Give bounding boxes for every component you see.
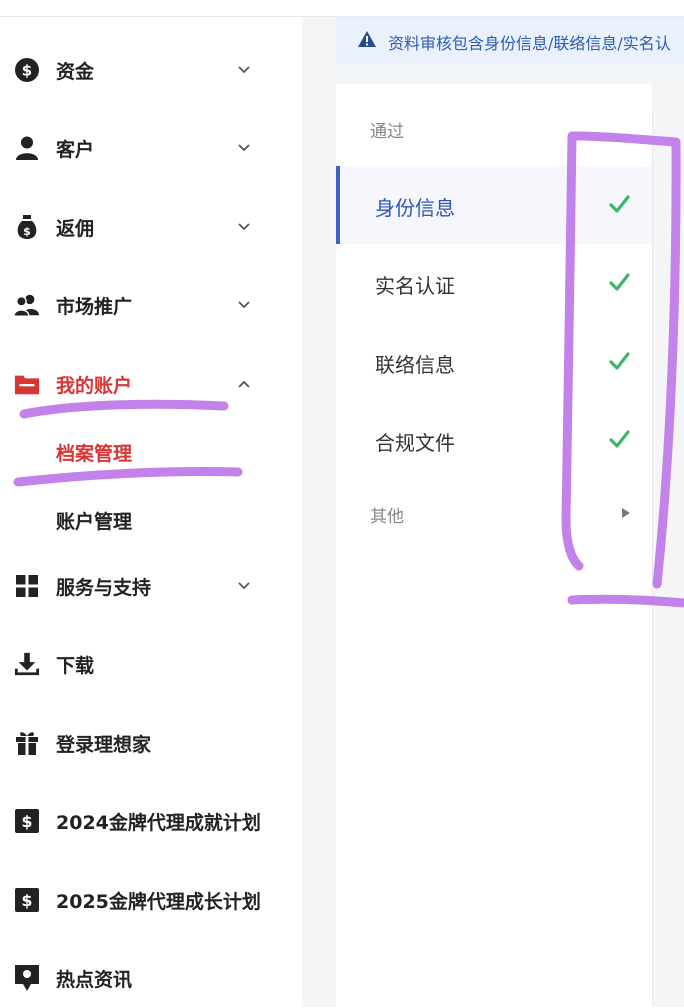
chevron-down-icon bbox=[236, 219, 252, 235]
sidebar-item-label: 市场推广 bbox=[56, 295, 133, 318]
sidebar-item-rebate[interactable]: $ 返佣 bbox=[0, 197, 302, 257]
grid-icon bbox=[14, 573, 40, 599]
chevron-down-icon bbox=[236, 62, 252, 78]
svg-text:$: $ bbox=[21, 812, 32, 831]
map-pin-icon bbox=[14, 965, 40, 991]
alert-text: 资料审核包含身份信息/联络信息/实名认 bbox=[388, 34, 671, 53]
panel-divider bbox=[652, 110, 653, 1007]
review-item-label: 联络信息 bbox=[375, 353, 455, 377]
download-icon bbox=[14, 651, 40, 677]
sidebar-subitem-account-management[interactable]: 账户管理 bbox=[0, 495, 302, 541]
sidebar-item-label: 返佣 bbox=[56, 217, 95, 240]
dollar-circle-icon: $ bbox=[14, 57, 40, 83]
sidebar-subitem-label: 档案管理 bbox=[56, 443, 133, 465]
review-item-contact[interactable]: 联络信息 bbox=[336, 323, 652, 401]
sidebar-item-my-account[interactable]: 我的账户 bbox=[0, 354, 302, 414]
caret-right-icon[interactable] bbox=[620, 505, 632, 519]
dollar-card-icon: $ bbox=[14, 887, 40, 913]
svg-text:$: $ bbox=[23, 225, 31, 238]
sidebar-item-label: 资金 bbox=[56, 60, 95, 83]
review-item-label: 合规文件 bbox=[375, 431, 455, 455]
info-alert: 资料审核包含身份信息/联络信息/实名认 bbox=[336, 17, 684, 65]
check-icon bbox=[608, 350, 630, 372]
sidebar-item-label: 我的账户 bbox=[56, 374, 133, 397]
sidebar-subitem-label: 账户管理 bbox=[56, 511, 133, 533]
review-item-compliance[interactable]: 合规文件 bbox=[336, 401, 652, 479]
svg-text:$: $ bbox=[21, 891, 32, 910]
check-icon bbox=[608, 428, 630, 450]
check-icon bbox=[608, 193, 630, 215]
sidebar-item-label: 服务与支持 bbox=[56, 576, 152, 599]
sidebar-item-label: 登录理想家 bbox=[56, 733, 152, 756]
sidebar-item-hot-news[interactable]: 热点资讯 bbox=[0, 948, 302, 1008]
users-icon bbox=[14, 292, 40, 318]
passed-group-label: 通过 bbox=[370, 122, 404, 142]
check-icon bbox=[608, 271, 630, 293]
svg-text:$: $ bbox=[22, 62, 32, 80]
other-group-label[interactable]: 其他 bbox=[370, 502, 404, 527]
sidebar-item-2024-gold-agent-plan[interactable]: $ 2024金牌代理成就计划 bbox=[0, 791, 302, 851]
sidebar-subitem-profile-management[interactable]: 档案管理 bbox=[0, 427, 302, 473]
sidebar-item-label: 客户 bbox=[56, 138, 95, 161]
sidebar-item-label: 2025金牌代理成长计划 bbox=[56, 890, 261, 913]
sidebar-item-clients[interactable]: 客户 bbox=[0, 118, 302, 178]
money-bag-icon: $ bbox=[14, 214, 40, 240]
top-bar bbox=[0, 0, 684, 17]
chevron-up-icon bbox=[236, 376, 252, 392]
sidebar-item-2025-gold-agent-plan[interactable]: $ 2025金牌代理成长计划 bbox=[0, 870, 302, 930]
warning-icon bbox=[357, 30, 377, 50]
sidebar-item-label: 热点资讯 bbox=[56, 968, 133, 991]
review-item-label: 身份信息 bbox=[375, 196, 455, 220]
person-icon bbox=[14, 135, 40, 161]
sidebar-item-service-support[interactable]: 服务与支持 bbox=[0, 556, 302, 616]
sidebar-item-download[interactable]: 下载 bbox=[0, 634, 302, 694]
sidebar-item-label: 下载 bbox=[56, 654, 95, 677]
sidebar-item-funds[interactable]: $ 资金 bbox=[0, 40, 302, 100]
chevron-down-icon bbox=[236, 578, 252, 594]
review-item-real-name[interactable]: 实名认证 bbox=[336, 244, 652, 322]
review-item-label: 实名认证 bbox=[375, 274, 455, 298]
folder-icon bbox=[14, 371, 40, 397]
sidebar-item-label: 2024金牌代理成就计划 bbox=[56, 811, 261, 834]
chevron-down-icon bbox=[236, 140, 252, 156]
gift-icon bbox=[14, 730, 40, 756]
sidebar-item-login-lixiangjia[interactable]: 登录理想家 bbox=[0, 713, 302, 773]
review-item-identity[interactable]: 身份信息 bbox=[336, 166, 652, 244]
chevron-down-icon bbox=[236, 297, 252, 313]
sidebar-item-marketing[interactable]: 市场推广 bbox=[0, 275, 302, 335]
dollar-card-icon: $ bbox=[14, 808, 40, 834]
